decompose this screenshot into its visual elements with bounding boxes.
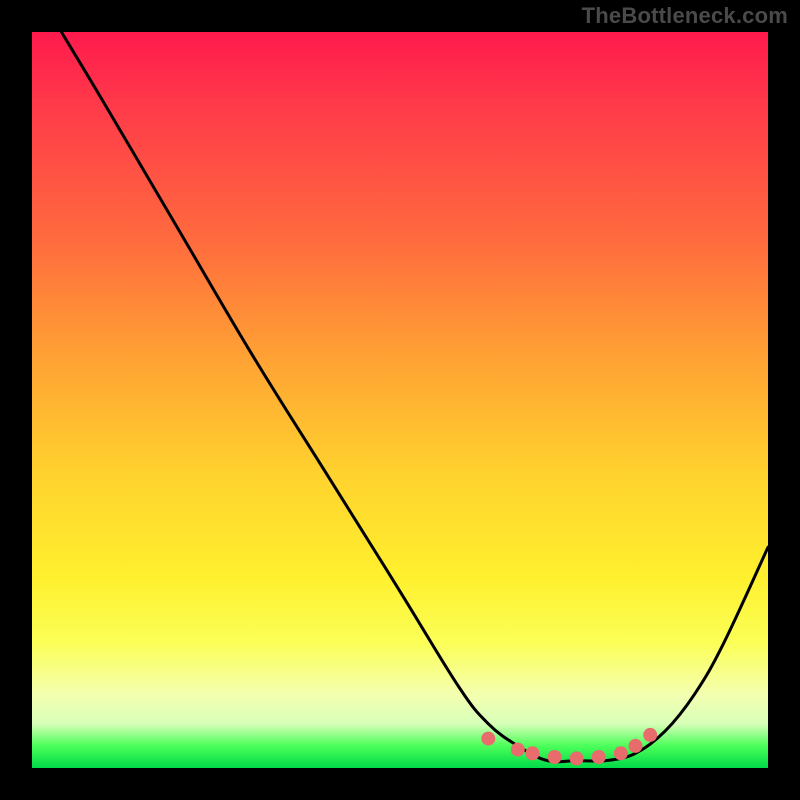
bottleneck-curve [61,32,768,762]
watermark-text: TheBottleneck.com [582,3,788,29]
chart-stage: TheBottleneck.com [0,0,800,800]
curve-marker [614,746,628,760]
curve-marker [570,751,584,765]
curve-marker [643,728,657,742]
curve-marker [629,739,643,753]
curve-marker [511,743,525,757]
curve-marker [592,750,606,764]
curve-marker [548,750,562,764]
curve-marker [481,732,495,746]
curve-marker [526,746,540,760]
curve-layer [32,32,768,768]
